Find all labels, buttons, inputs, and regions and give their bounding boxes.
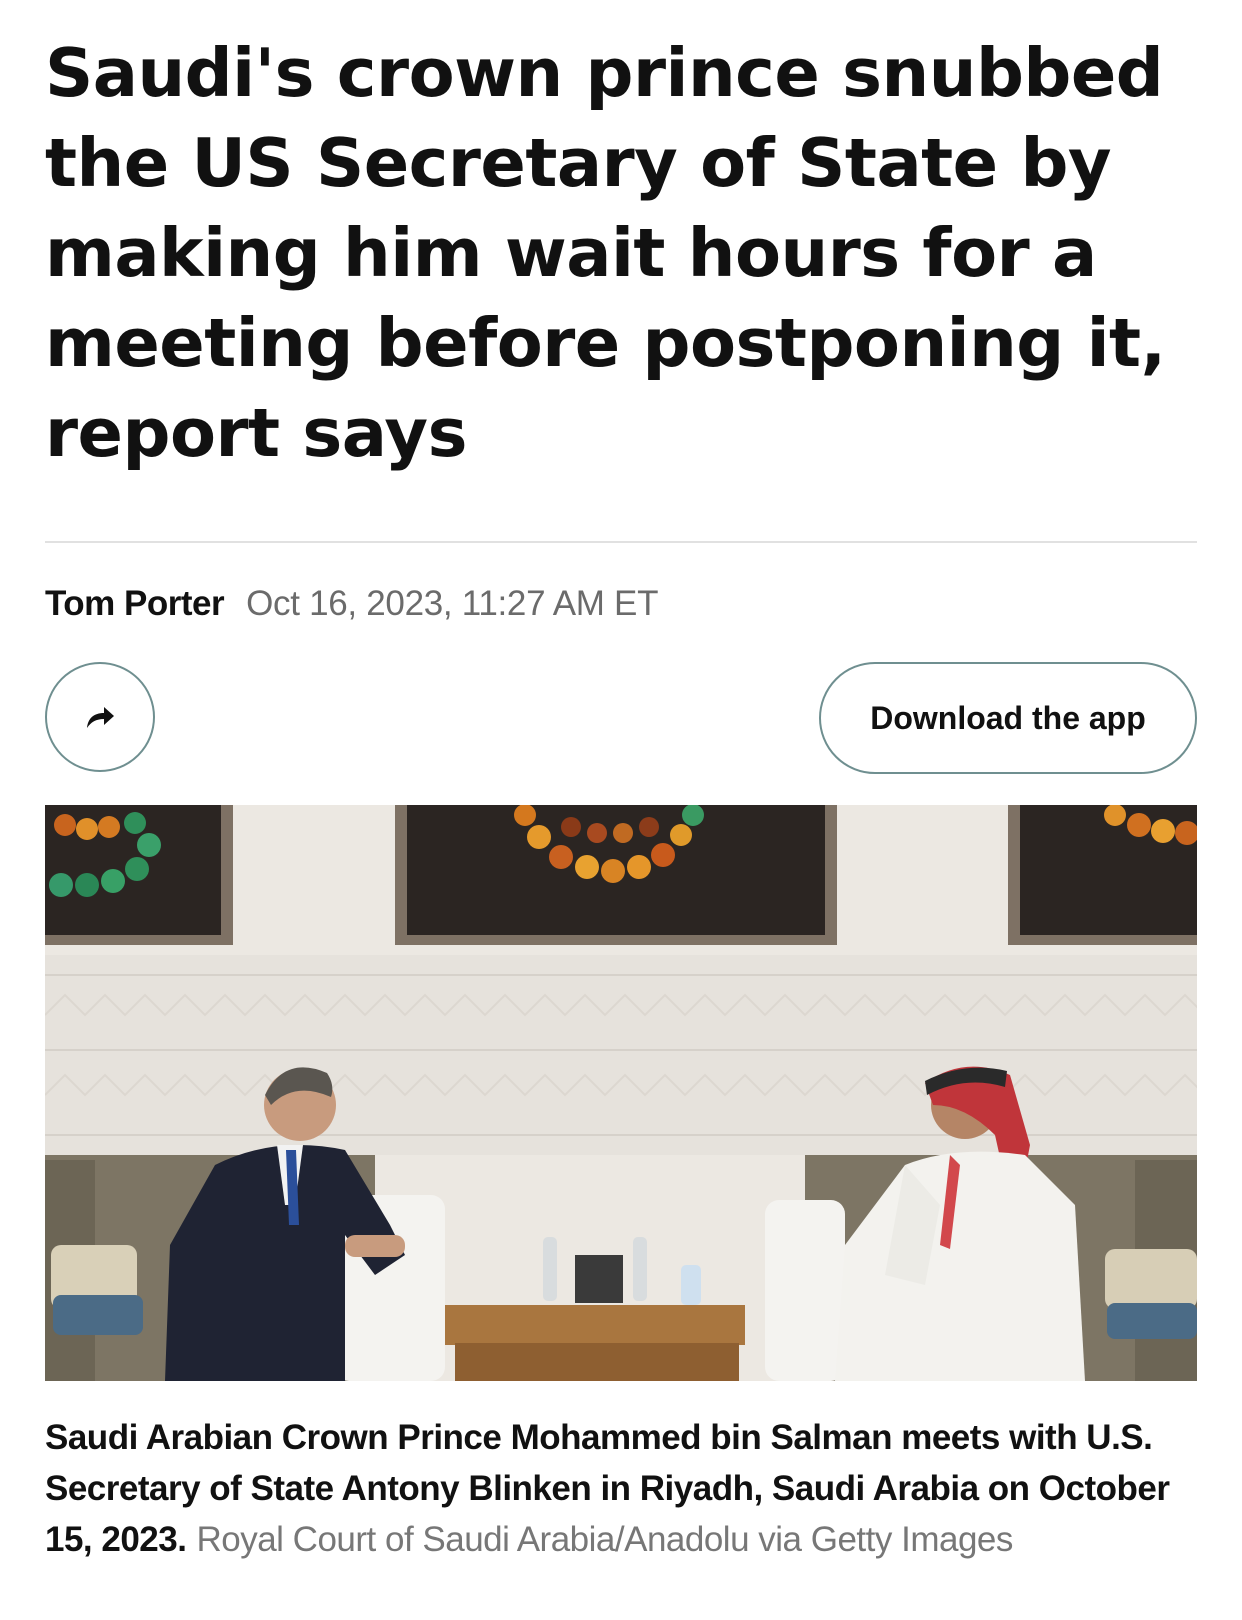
author-name[interactable]: Tom Porter <box>45 584 225 624</box>
publish-date: Oct 16, 2023, 11:27 AM ET <box>246 584 659 623</box>
download-app-label: Download the app <box>870 699 1146 736</box>
divider <box>45 541 1197 543</box>
share-arrow-icon <box>87 707 114 728</box>
download-app-button[interactable]: Download the app <box>819 662 1197 774</box>
byline: Tom Porter Oct 16, 2023, 11:27 AM ET <box>45 582 658 626</box>
share-button[interactable] <box>45 662 155 772</box>
photo-caption: Saudi Arabian Crown Prince Mohammed bin … <box>45 1412 1197 1565</box>
headline: Saudi's crown prince snubbed the US Secr… <box>45 34 1166 472</box>
photo-credit: Royal Court of Saudi Arabia/Anadolu via … <box>196 1520 1013 1559</box>
article-photo[interactable] <box>45 805 1197 1381</box>
meeting-photo-illustration <box>45 805 1197 1381</box>
